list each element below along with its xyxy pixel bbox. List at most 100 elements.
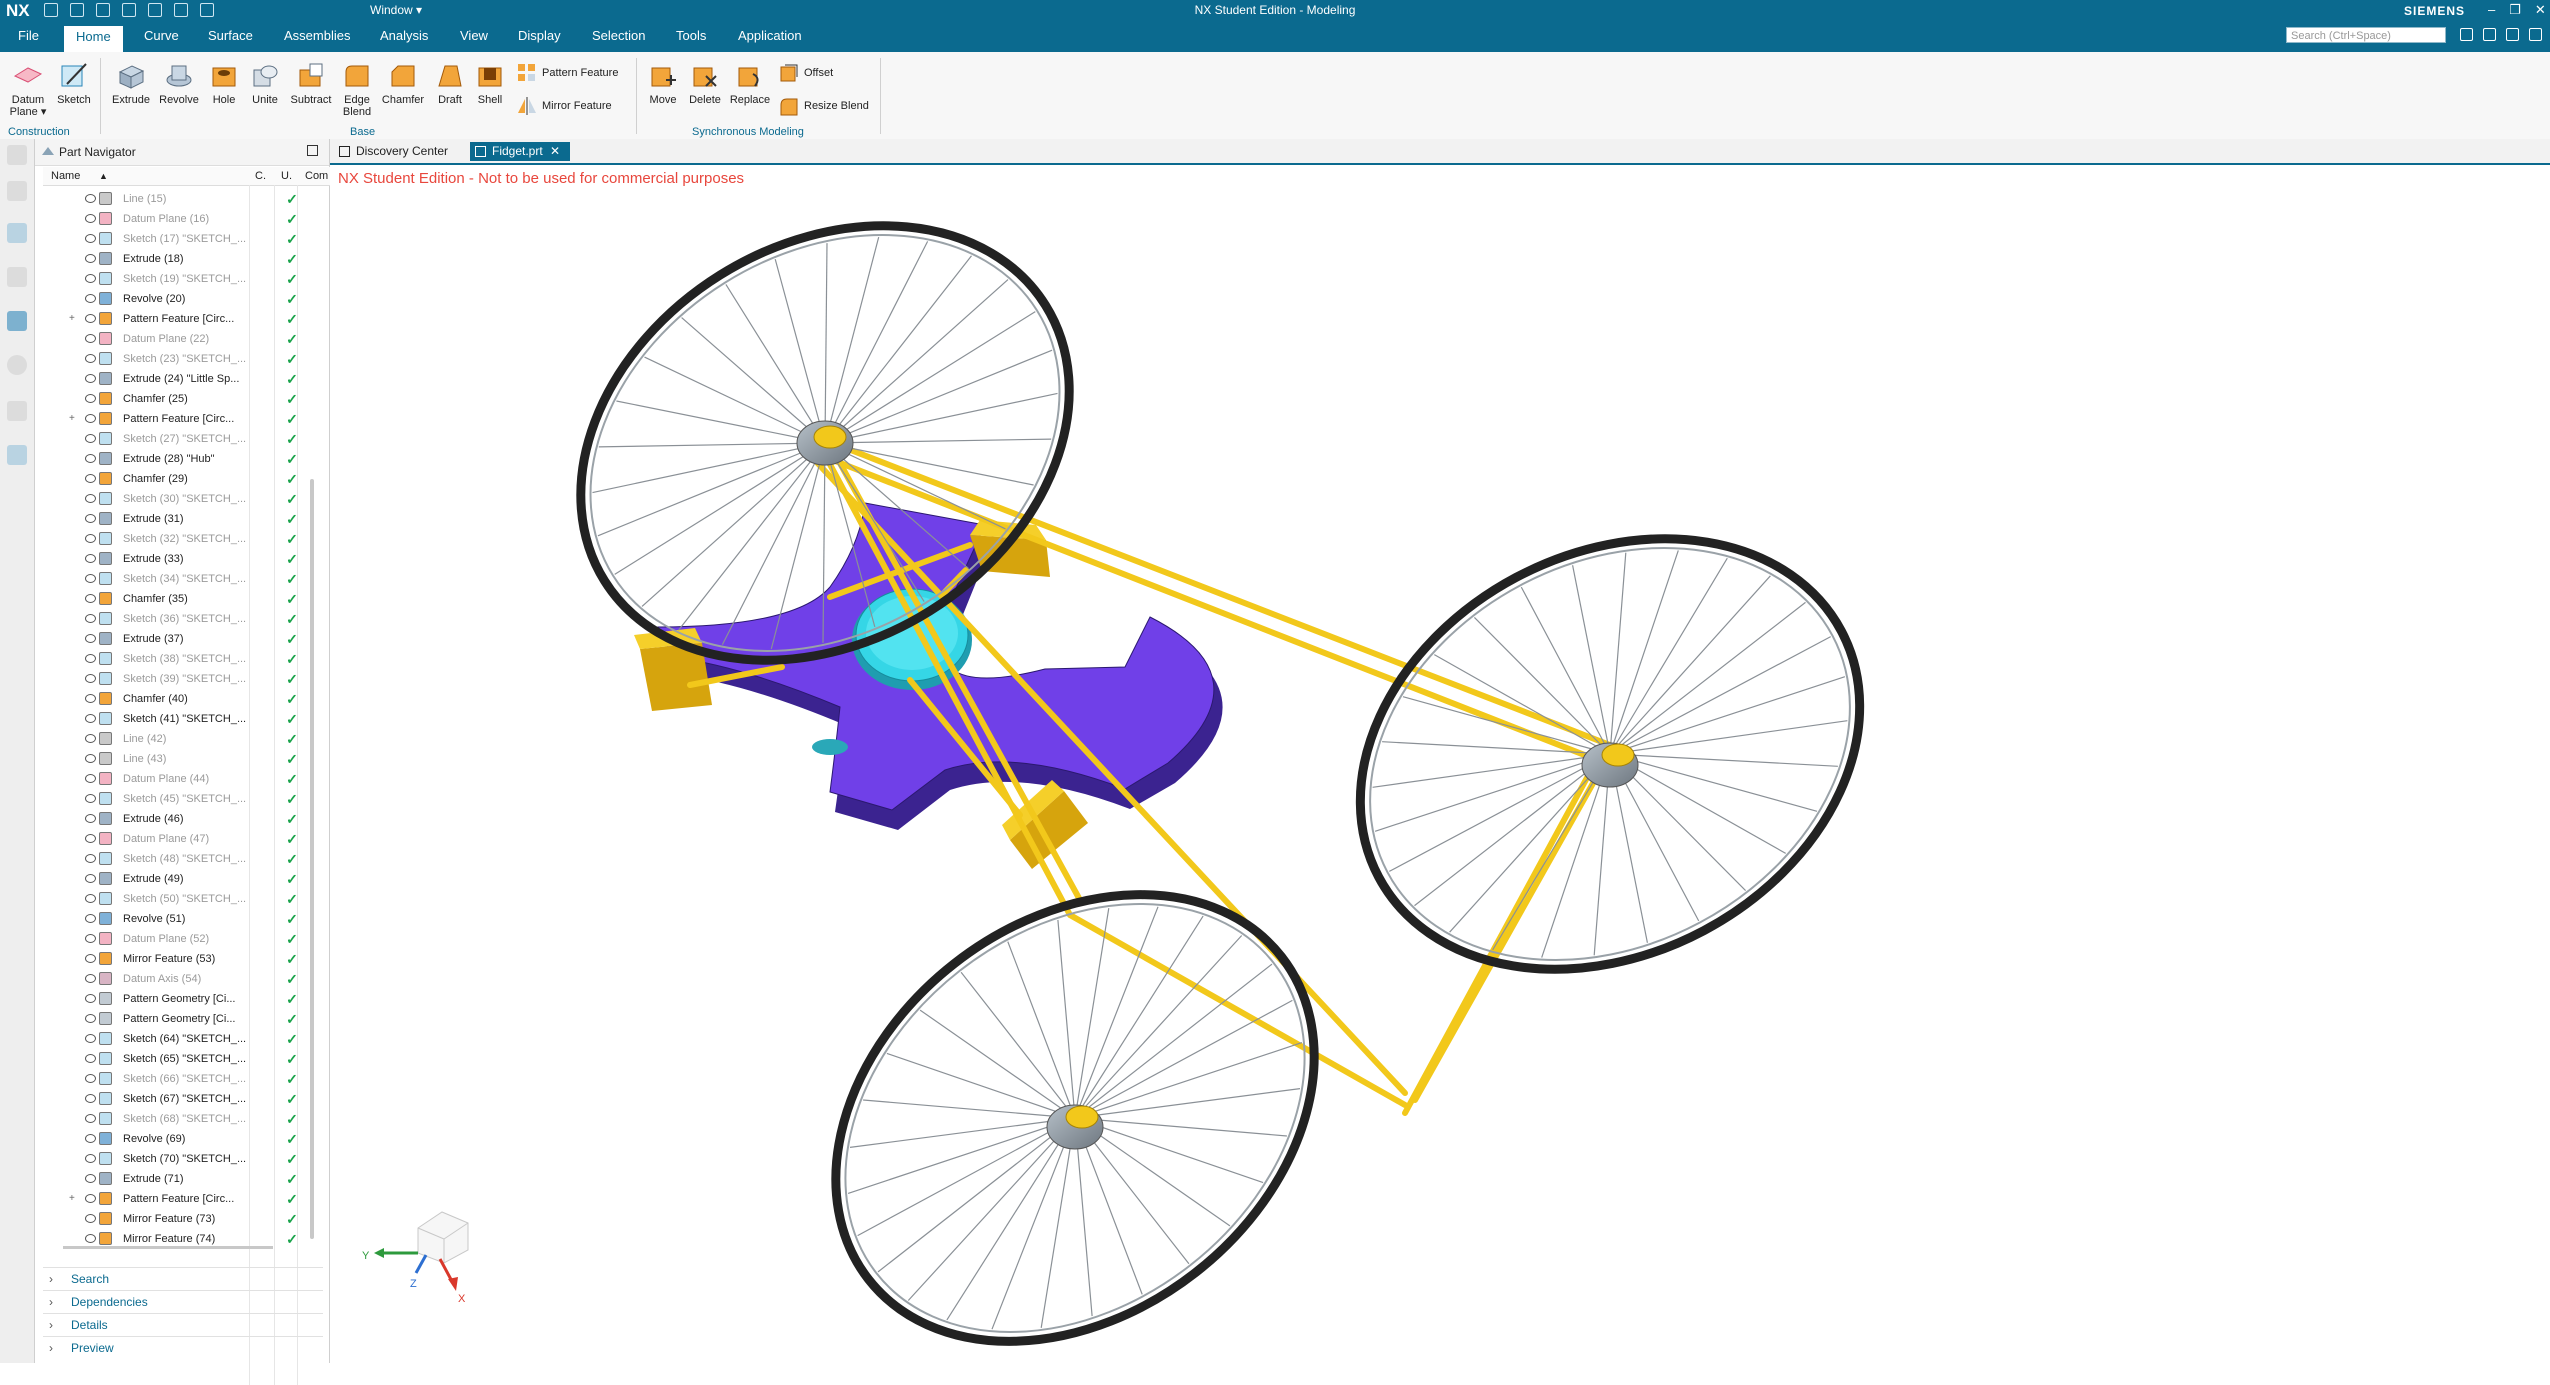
tree-row[interactable]: Sketch (30) "SKETCH_... ✓ bbox=[43, 489, 323, 509]
visible-eye-icon[interactable] bbox=[85, 634, 96, 643]
visible-eye-icon[interactable] bbox=[85, 514, 96, 523]
tree-row[interactable]: Chamfer (29) ✓ bbox=[43, 469, 323, 489]
tree-row[interactable]: Pattern Geometry [Ci... ✓ bbox=[43, 989, 323, 1009]
tree-row[interactable]: Line (15) ✓ bbox=[43, 189, 323, 209]
revolve-button[interactable]: Revolve bbox=[156, 60, 202, 106]
view-triad[interactable]: Y Z X bbox=[362, 1211, 469, 1305]
close-tab-icon[interactable]: ✕ bbox=[550, 144, 560, 158]
tree-row[interactable]: Sketch (19) "SKETCH_... ✓ bbox=[43, 269, 323, 289]
tree-row[interactable]: Sketch (39) "SKETCH_... ✓ bbox=[43, 669, 323, 689]
visible-eye-icon[interactable] bbox=[85, 954, 96, 963]
tree-row[interactable]: Extrude (49) ✓ bbox=[43, 869, 323, 889]
hidden-eye-icon[interactable] bbox=[85, 614, 96, 623]
process-studio-icon[interactable] bbox=[7, 401, 27, 421]
tree-row[interactable]: + Pattern Feature [Circ... ✓ bbox=[43, 1189, 323, 1209]
menu-curve[interactable]: Curve bbox=[144, 28, 179, 43]
tree-row[interactable]: Sketch (67) "SKETCH_... ✓ bbox=[43, 1089, 323, 1109]
menu-tools[interactable]: Tools bbox=[676, 28, 706, 43]
expand-icon[interactable]: + bbox=[69, 309, 75, 329]
visible-eye-icon[interactable] bbox=[85, 1034, 96, 1043]
tree-row[interactable]: Revolve (69) ✓ bbox=[43, 1129, 323, 1149]
graphics-window[interactable]: NX Student Edition - Not to be used for … bbox=[330, 165, 2550, 1363]
section-details[interactable]: › Details bbox=[43, 1313, 323, 1336]
wheel-right[interactable] bbox=[1285, 454, 1935, 1053]
visible-eye-icon[interactable] bbox=[85, 1054, 96, 1063]
assembly-navigator-icon[interactable] bbox=[7, 181, 27, 201]
hidden-eye-icon[interactable] bbox=[85, 734, 96, 743]
menu-home[interactable]: Home bbox=[64, 26, 123, 52]
collapse-ribbon-icon[interactable] bbox=[2506, 28, 2519, 41]
hidden-eye-icon[interactable] bbox=[85, 1114, 96, 1123]
tree-row[interactable]: Extrude (18) ✓ bbox=[43, 249, 323, 269]
visible-eye-icon[interactable] bbox=[85, 594, 96, 603]
visible-eye-icon[interactable] bbox=[85, 294, 96, 303]
tree-row[interactable]: Datum Plane (47) ✓ bbox=[43, 829, 323, 849]
tree-row[interactable]: Extrude (28) "Hub" ✓ bbox=[43, 449, 323, 469]
tree-row[interactable]: Chamfer (35) ✓ bbox=[43, 589, 323, 609]
hidden-eye-icon[interactable] bbox=[85, 674, 96, 683]
tree-row[interactable]: Line (42) ✓ bbox=[43, 729, 323, 749]
visible-eye-icon[interactable] bbox=[85, 1134, 96, 1143]
tree-row[interactable]: Chamfer (25) ✓ bbox=[43, 389, 323, 409]
tree-row[interactable]: Extrude (31) ✓ bbox=[43, 509, 323, 529]
tree-row[interactable]: Sketch (38) "SKETCH_... ✓ bbox=[43, 649, 323, 669]
tree-row[interactable]: Extrude (33) ✓ bbox=[43, 549, 323, 569]
help-icon[interactable] bbox=[2529, 28, 2542, 41]
visible-eye-icon[interactable] bbox=[85, 554, 96, 563]
tree-row[interactable]: Sketch (23) "SKETCH_... ✓ bbox=[43, 349, 323, 369]
tree-row[interactable]: Sketch (68) "SKETCH_... ✓ bbox=[43, 1109, 323, 1129]
extrude-button[interactable]: Extrude bbox=[110, 60, 152, 106]
tree-row[interactable]: Sketch (41) "SKETCH_... ✓ bbox=[43, 709, 323, 729]
datum-plane-button[interactable]: Datum Plane ▾ bbox=[6, 60, 50, 118]
tree-row[interactable]: Line (43) ✓ bbox=[43, 749, 323, 769]
tree-row[interactable]: Revolve (20) ✓ bbox=[43, 289, 323, 309]
menu-application[interactable]: Application bbox=[738, 28, 802, 43]
tree-row[interactable]: Datum Plane (52) ✓ bbox=[43, 929, 323, 949]
visible-eye-icon[interactable] bbox=[85, 1154, 96, 1163]
sketch-button[interactable]: Sketch bbox=[54, 60, 94, 106]
tree-row[interactable]: Datum Plane (16) ✓ bbox=[43, 209, 323, 229]
command-search-input[interactable]: Search (Ctrl+Space) bbox=[2286, 27, 2446, 43]
tree-row[interactable]: Sketch (48) "SKETCH_... ✓ bbox=[43, 849, 323, 869]
tree-row[interactable]: Sketch (66) "SKETCH_... ✓ bbox=[43, 1069, 323, 1089]
expand-icon[interactable]: + bbox=[69, 1189, 75, 1209]
tree-row[interactable]: Pattern Geometry [Ci... ✓ bbox=[43, 1009, 323, 1029]
hidden-eye-icon[interactable] bbox=[85, 194, 96, 203]
fullscreen-icon[interactable] bbox=[2460, 28, 2473, 41]
column-comment[interactable]: Com bbox=[305, 170, 328, 182]
tree-row[interactable]: Sketch (64) "SKETCH_... ✓ bbox=[43, 1029, 323, 1049]
visible-eye-icon[interactable] bbox=[85, 414, 96, 423]
hidden-eye-icon[interactable] bbox=[85, 974, 96, 983]
hole-button[interactable]: Hole bbox=[206, 60, 242, 106]
visible-eye-icon[interactable] bbox=[85, 1094, 96, 1103]
delete-face-button[interactable]: Delete bbox=[686, 60, 724, 106]
tree-row[interactable]: Extrude (46) ✓ bbox=[43, 809, 323, 829]
hidden-eye-icon[interactable] bbox=[85, 354, 96, 363]
visible-eye-icon[interactable] bbox=[85, 1214, 96, 1223]
part-navigator-icon[interactable] bbox=[7, 223, 27, 243]
hidden-eye-icon[interactable] bbox=[85, 214, 96, 223]
hidden-eye-icon[interactable] bbox=[85, 774, 96, 783]
tree-row[interactable]: Chamfer (40) ✓ bbox=[43, 689, 323, 709]
gear-icon[interactable] bbox=[7, 145, 27, 165]
tree-row[interactable]: Sketch (70) "SKETCH_... ✓ bbox=[43, 1149, 323, 1169]
visible-eye-icon[interactable] bbox=[85, 454, 96, 463]
mirror-feature-button[interactable]: Mirror Feature bbox=[516, 95, 612, 117]
hidden-eye-icon[interactable] bbox=[85, 574, 96, 583]
menu-display[interactable]: Display bbox=[518, 28, 561, 43]
offset-region-button[interactable]: Offset bbox=[778, 62, 833, 84]
visible-eye-icon[interactable] bbox=[85, 914, 96, 923]
visible-eye-icon[interactable] bbox=[85, 1194, 96, 1203]
close-icon[interactable]: ✕ bbox=[2535, 2, 2546, 18]
visible-eye-icon[interactable] bbox=[85, 874, 96, 883]
shell-button[interactable]: Shell bbox=[472, 60, 508, 106]
tree-row[interactable]: Datum Plane (44) ✓ bbox=[43, 769, 323, 789]
expand-icon[interactable]: + bbox=[69, 409, 75, 429]
model-view[interactable]: Y Z X bbox=[330, 165, 2550, 1363]
menu-file[interactable]: File bbox=[18, 28, 39, 43]
tree-row[interactable]: Sketch (36) "SKETCH_... ✓ bbox=[43, 609, 323, 629]
visible-eye-icon[interactable] bbox=[85, 994, 96, 1003]
resize-blend-button[interactable]: Resize Blend bbox=[778, 95, 869, 117]
visible-eye-icon[interactable] bbox=[85, 254, 96, 263]
visible-eye-icon[interactable] bbox=[85, 314, 96, 323]
